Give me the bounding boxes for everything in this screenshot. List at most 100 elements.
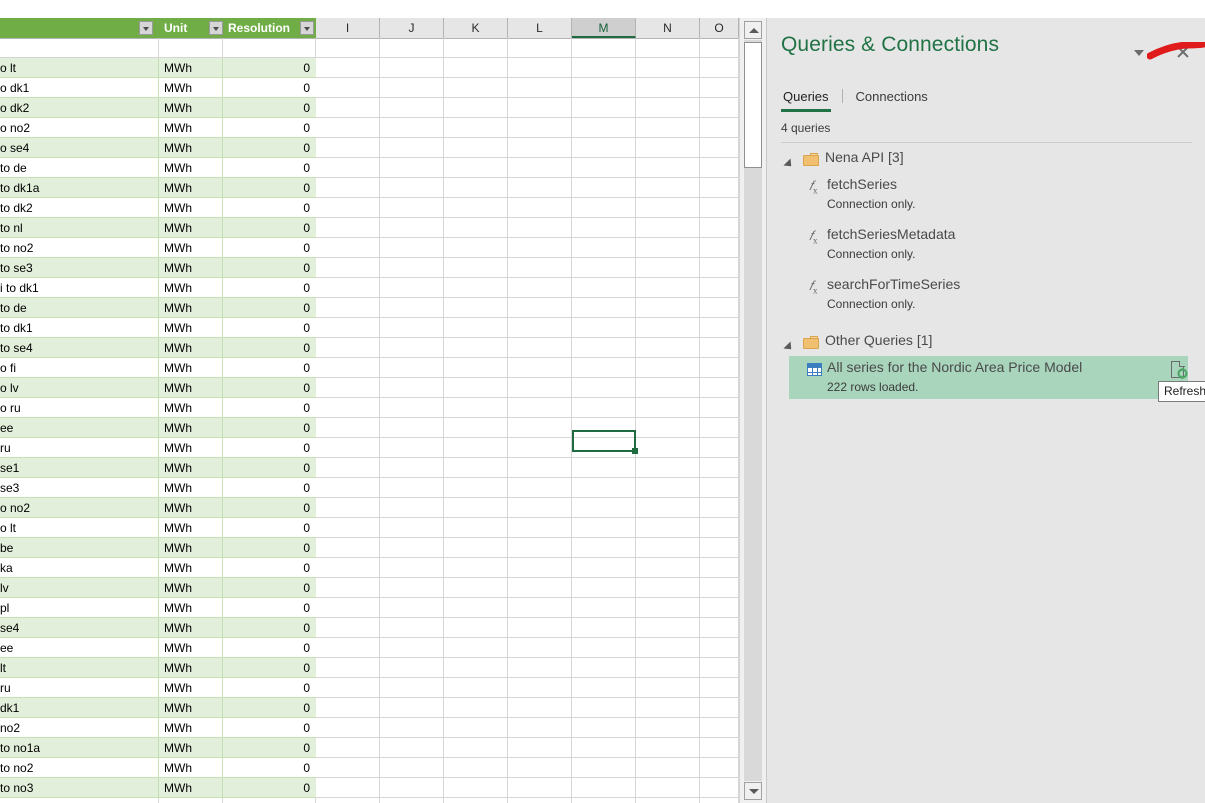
cell-f[interactable]: se4	[0, 618, 159, 638]
tab-queries[interactable]: Queries	[781, 89, 831, 112]
table-row[interactable]: o lt MWh 0	[0, 58, 316, 78]
cell-h[interactable]: 0	[223, 318, 316, 338]
cell-h[interactable]: 0	[223, 698, 316, 718]
cell-h[interactable]: 0	[223, 198, 316, 218]
cell-g[interactable]: MWh	[159, 238, 223, 258]
tab-connections[interactable]: Connections	[854, 89, 930, 109]
cell-f[interactable]: to se4	[0, 338, 159, 358]
column-header-i[interactable]: I	[316, 18, 380, 38]
cell-f[interactable]: o no2	[0, 498, 159, 518]
cell-f[interactable]: to de	[0, 158, 159, 178]
scrollbar-thumb[interactable]	[744, 42, 762, 168]
table-row[interactable]: o fi MWh 0	[0, 358, 316, 378]
cell-h[interactable]: 0	[223, 758, 316, 778]
cell-f[interactable]: to dk2	[0, 198, 159, 218]
cell-g[interactable]: MWh	[159, 98, 223, 118]
table-row[interactable]: o no2 MWh 0	[0, 118, 316, 138]
cell-h[interactable]: 0	[223, 578, 316, 598]
cell-f[interactable]: be	[0, 538, 159, 558]
cell-g[interactable]: MWh	[159, 778, 223, 798]
cell-g[interactable]: MWh	[159, 598, 223, 618]
cell-g[interactable]: MWh	[159, 278, 223, 298]
cell-g[interactable]: MWh	[159, 398, 223, 418]
table-row[interactable]: ka MWh 0	[0, 558, 316, 578]
cell-f[interactable]: se3	[0, 478, 159, 498]
table-row[interactable]: ee MWh 0	[0, 418, 316, 438]
cell-f[interactable]: se1	[0, 458, 159, 478]
cell-h[interactable]: 0	[223, 278, 316, 298]
column-header-k[interactable]: K	[444, 18, 508, 38]
table-row[interactable]: to no1a MWh 0	[0, 738, 316, 758]
cell-f[interactable]: to no3	[0, 778, 159, 798]
cell-h[interactable]: 0	[223, 438, 316, 458]
cell-g[interactable]: MWh	[159, 218, 223, 238]
query-group-nena-api[interactable]: Nena API [3]	[767, 148, 1205, 176]
expander-triangle-icon[interactable]	[783, 339, 797, 353]
cell-g[interactable]: MWh	[159, 378, 223, 398]
vertical-scrollbar[interactable]	[739, 18, 766, 803]
cell-h[interactable]: 0	[223, 778, 316, 798]
cell-h[interactable]: 0	[223, 598, 316, 618]
scroll-up-arrow-icon[interactable]	[744, 21, 762, 39]
cell-f[interactable]: ka	[0, 558, 159, 578]
cell-h[interactable]: 0	[223, 458, 316, 478]
table-row[interactable]: o lv MWh 0	[0, 378, 316, 398]
cell-f[interactable]: i to dk1	[0, 278, 159, 298]
cell-h[interactable]: 0	[223, 158, 316, 178]
cell-g[interactable]: MWh	[159, 198, 223, 218]
cell-f[interactable]: o ru	[0, 398, 159, 418]
expander-triangle-icon[interactable]	[783, 156, 797, 170]
table-row[interactable]: ee MWh 0	[0, 638, 316, 658]
table-row[interactable]: to se4 MWh 0	[0, 338, 316, 358]
cell-f[interactable]: o lv	[0, 378, 159, 398]
scroll-down-arrow-icon[interactable]	[744, 782, 762, 800]
cell-h[interactable]: 0	[223, 138, 316, 158]
cell-h[interactable]: 0	[223, 358, 316, 378]
column-header-n[interactable]: N	[636, 18, 700, 38]
table-row[interactable]: se1 MWh 0	[0, 458, 316, 478]
cell-f[interactable]: ee	[0, 418, 159, 438]
table-row[interactable]: pl MWh 0	[0, 598, 316, 618]
cell-g[interactable]: MWh	[159, 178, 223, 198]
cell-h[interactable]: 0	[223, 378, 316, 398]
cell-g[interactable]: MWh	[159, 518, 223, 538]
cell-f[interactable]: lt	[0, 658, 159, 678]
cell-g[interactable]: MWh	[159, 698, 223, 718]
cell-h[interactable]: 0	[223, 738, 316, 758]
cell-f[interactable]: no2	[0, 718, 159, 738]
table-row[interactable]: ru MWh 0	[0, 678, 316, 698]
table-row[interactable]: no2 MWh 0	[0, 718, 316, 738]
table-row[interactable]: to no3 MWh 0	[0, 778, 316, 798]
cell-h[interactable]: 0	[223, 58, 316, 78]
table-row[interactable]: to se3 MWh 0	[0, 258, 316, 278]
cell-f[interactable]: to se3	[0, 258, 159, 278]
cell-f[interactable]: o no2	[0, 118, 159, 138]
cell-f[interactable]: to no2	[0, 758, 159, 778]
cell-g[interactable]: MWh	[159, 758, 223, 778]
cell-g[interactable]: MWh	[159, 478, 223, 498]
table-row[interactable]: se4 MWh 0	[0, 618, 316, 638]
table-row[interactable]: to dk1 MWh 0	[0, 318, 316, 338]
cell-g[interactable]: MWh	[159, 338, 223, 358]
table-row[interactable]: to dk2 MWh 0	[0, 198, 316, 218]
table-row[interactable]: to de MWh 0	[0, 158, 316, 178]
table-row[interactable]: se3 MWh 0	[0, 478, 316, 498]
cell-h[interactable]: 0	[223, 718, 316, 738]
cell-h[interactable]: 0	[223, 118, 316, 138]
cell-h[interactable]: 0	[223, 498, 316, 518]
cell-h[interactable]: 0	[223, 658, 316, 678]
cell-h[interactable]: 0	[223, 78, 316, 98]
cell-g[interactable]: MWh	[159, 258, 223, 278]
cell-g[interactable]: MWh	[159, 438, 223, 458]
query-item[interactable]: 𝑓x fetchSeriesMetadata Connection only.	[767, 226, 1205, 276]
cell-g[interactable]: MWh	[159, 158, 223, 178]
query-item-name[interactable]: fetchSeries	[827, 176, 897, 192]
query-item-name[interactable]: All series for the Nordic Area Price Mod…	[827, 359, 1082, 375]
cell-g[interactable]: MWh	[159, 578, 223, 598]
cell-g[interactable]: MWh	[159, 58, 223, 78]
cell-f[interactable]: o lt	[0, 58, 159, 78]
cell-h[interactable]: 0	[223, 98, 316, 118]
cell-f[interactable]: o lt	[0, 518, 159, 538]
cell-f[interactable]: ee	[0, 638, 159, 658]
filter-button-f[interactable]	[139, 21, 153, 35]
